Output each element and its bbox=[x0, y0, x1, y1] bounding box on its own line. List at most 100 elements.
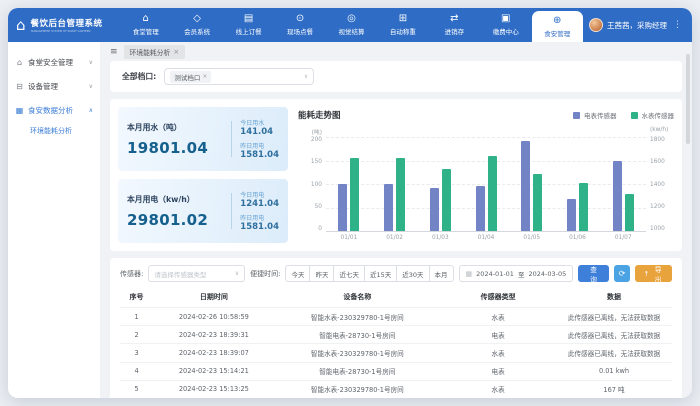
dashboard-card: 本月用水（吨） 19801.04 今日用水 141.04 昨日用电 1581.0… bbox=[110, 99, 682, 251]
divider bbox=[231, 193, 232, 229]
electric-stat-title: 本月用电（kw/h） bbox=[127, 194, 223, 205]
stall-filter-card: 全部档口: 测试档口 × ∨ bbox=[110, 61, 682, 92]
bar bbox=[338, 184, 347, 231]
top-bar: ⌂ 餐饮后台管理系统 MANAGEMENT SYSTEM OF SMART CA… bbox=[8, 8, 692, 42]
table-row[interactable]: 32024-02-23 18:39:07 智能水表-230329780-1号房间… bbox=[120, 344, 672, 362]
axis-tick: 200 bbox=[311, 137, 322, 143]
records-table: 序号 日期时间 设备名称 传感器类型 数据 12024-02-26 10:58:… bbox=[120, 288, 672, 398]
chevron-up-icon: ∧ bbox=[89, 107, 93, 114]
stall-filter-label: 全部档口: bbox=[122, 71, 156, 82]
sidebar-collapse-icon[interactable]: ≡ bbox=[110, 47, 118, 57]
main-area: ≡ 环境能耗分析 × 全部档口: 测试档口 × ∨ 本月用水（吨） bbox=[100, 42, 692, 398]
query-button[interactable]: 查 询 bbox=[578, 265, 609, 282]
sensor-type-select[interactable]: 请选择传感器类型 ∨ bbox=[148, 265, 245, 282]
quick-btn-7days[interactable]: 近七天 bbox=[334, 265, 365, 282]
chart-right-axis: (kw/h) 18001600140012001000 bbox=[646, 127, 674, 243]
online-order-icon: ▤ bbox=[244, 14, 253, 24]
vision-checkout-icon: ◎ bbox=[347, 14, 356, 24]
table-row[interactable]: 12024-02-26 10:58:59 智能水表-230329780-1号房间… bbox=[120, 308, 672, 326]
chevron-down-icon: ∨ bbox=[235, 270, 239, 277]
payment-center-icon: ▣ bbox=[501, 14, 510, 24]
legend-item: 水表传感器 bbox=[631, 110, 675, 120]
chevron-down-icon: ∨ bbox=[304, 73, 308, 80]
date-start[interactable]: 2024-01-01 bbox=[476, 270, 514, 278]
vertical-scrollbar[interactable] bbox=[686, 48, 690, 388]
legend-label: 电表传感器 bbox=[584, 110, 617, 120]
water-stat-title: 本月用水（吨） bbox=[127, 122, 223, 133]
tag-close-icon[interactable]: × bbox=[202, 73, 207, 80]
x-tick-label: 01/01 bbox=[326, 235, 372, 241]
quick-time-label: 便捷时间: bbox=[250, 269, 280, 279]
user-name: 王茜茜，采购经理 bbox=[607, 20, 667, 31]
date-end[interactable]: 2024-03-05 bbox=[528, 270, 566, 278]
avatar bbox=[589, 18, 603, 32]
nav-item-online-order[interactable]: ▤ 线上订餐 bbox=[223, 8, 274, 42]
left-axis-ticks: 200150100500 bbox=[311, 137, 322, 243]
user-box[interactable]: 王茜茜，采购经理 ⋮ bbox=[583, 8, 692, 42]
nav-item-payment-center[interactable]: ▣ 缴费中心 bbox=[480, 8, 531, 42]
bar-groups bbox=[326, 137, 646, 231]
chevron-down-icon: ∨ bbox=[89, 83, 93, 90]
water-stat-value: 19801.04 bbox=[127, 139, 223, 157]
bar bbox=[384, 184, 393, 231]
table-row[interactable]: 22024-02-23 18:39:31 智能电表-28730-1号房间电表 此… bbox=[120, 326, 672, 344]
legend-swatch bbox=[631, 112, 638, 119]
quick-btn-15days[interactable]: 近15天 bbox=[365, 265, 397, 282]
date-separator: 至 bbox=[518, 269, 525, 279]
nav-item-vision-checkout[interactable]: ◎ 视觉结算 bbox=[326, 8, 377, 42]
legend-swatch bbox=[573, 112, 580, 119]
app-subtitle: MANAGEMENT SYSTEM OF SMART CANTEEN bbox=[31, 29, 96, 33]
table-row[interactable]: 42024-02-23 15:14:21 智能电表-28730-1号房间电表 0… bbox=[120, 362, 672, 380]
scrollbar-thumb[interactable] bbox=[686, 54, 690, 144]
axis-tick: 1200 bbox=[650, 204, 665, 210]
bar-group bbox=[600, 137, 646, 231]
axis-tick: 1400 bbox=[650, 182, 665, 188]
calendar-icon: ▦ bbox=[466, 270, 473, 278]
axis-tick: 1000 bbox=[650, 226, 665, 232]
nav-item-auto-weigh[interactable]: ⊞ 自动称重 bbox=[377, 8, 428, 42]
chevron-down-icon: ∨ bbox=[89, 59, 93, 66]
quick-btn-month[interactable]: 本月 bbox=[430, 265, 454, 282]
top-nav: ⌂ 食堂管理 ◇ 会员系统 ▤ 线上订餐 ⊙ 现场点餐 ◎ 视觉结算 ⊞ 自动称… bbox=[120, 8, 583, 42]
date-range-picker[interactable]: ▦ 2024-01-01 至 2024-03-05 bbox=[459, 265, 574, 282]
table-row[interactable]: 52024-02-23 15:13:25 智能水表-230329780-1号房间… bbox=[120, 380, 672, 398]
energy-trend-chart: 能耗走势图 电表传感器水表传感器 (吨) 200150100500 01/010… bbox=[298, 107, 674, 243]
stall-select[interactable]: 测试档口 × ∨ bbox=[164, 68, 314, 85]
tab-close-icon[interactable]: × bbox=[173, 48, 179, 56]
nav-item-canteen[interactable]: ⌂ 食堂管理 bbox=[120, 8, 171, 42]
chart-plot bbox=[326, 137, 646, 232]
inventory-icon: ⇄ bbox=[450, 14, 458, 24]
bar-group bbox=[372, 137, 418, 231]
sidebar-item-canteen-safety[interactable]: ⌂ 食堂安全管理 ∨ bbox=[8, 50, 100, 74]
records-filter-row: 传感器: 请选择传感器类型 ∨ 便捷时间: 今天 昨天 近七天 近15天 近30… bbox=[120, 265, 672, 282]
bar-group bbox=[555, 137, 601, 231]
nav-item-onsite-order[interactable]: ⊙ 现场点餐 bbox=[274, 8, 325, 42]
quick-btn-today[interactable]: 今天 bbox=[285, 265, 310, 282]
records-card: 传感器: 请选择传感器类型 ∨ 便捷时间: 今天 昨天 近七天 近15天 近30… bbox=[110, 258, 682, 398]
x-tick-label: 01/03 bbox=[417, 235, 463, 241]
tab-energy-analysis[interactable]: 环境能耗分析 × bbox=[124, 45, 186, 59]
bar-group bbox=[463, 137, 509, 231]
x-tick-label: 01/02 bbox=[372, 235, 418, 241]
electric-stat-card: 本月用电（kw/h） 29801.02 今日用电 1241.04 昨日用电 15… bbox=[118, 179, 288, 243]
device-icon: ⊟ bbox=[15, 82, 24, 91]
nav-item-member[interactable]: ◇ 会员系统 bbox=[171, 8, 222, 42]
bar bbox=[625, 194, 634, 231]
sidebar: ⌂ 食堂安全管理 ∨ ⊟ 设备管理 ∨ ▦ 食安数据分析 ∧ 环境能耗分析 bbox=[8, 42, 100, 398]
quick-btn-yesterday[interactable]: 昨天 bbox=[310, 265, 334, 282]
legend-item: 电表传感器 bbox=[573, 110, 617, 120]
divider bbox=[231, 121, 232, 157]
refresh-button[interactable]: ⟳ bbox=[614, 265, 631, 282]
axis-tick: 1800 bbox=[650, 137, 665, 143]
export-button[interactable]: ↑ 导出 bbox=[635, 265, 672, 282]
sidebar-item-data-analysis[interactable]: ▦ 食安数据分析 ∧ bbox=[8, 98, 100, 122]
sidebar-subitem-energy-analysis[interactable]: 环境能耗分析 bbox=[8, 122, 100, 136]
sidebar-item-device-mgmt[interactable]: ⊟ 设备管理 ∨ bbox=[8, 74, 100, 98]
bar-group bbox=[417, 137, 463, 231]
axis-tick: 150 bbox=[311, 159, 322, 165]
nav-item-food-safety[interactable]: ⊕ 食安管理 bbox=[532, 11, 583, 42]
quick-btn-30days[interactable]: 近30天 bbox=[397, 265, 429, 282]
nav-item-inventory[interactable]: ⇄ 进销存 bbox=[429, 8, 480, 42]
kebab-menu-icon[interactable]: ⋮ bbox=[673, 20, 682, 30]
bar bbox=[521, 141, 530, 231]
